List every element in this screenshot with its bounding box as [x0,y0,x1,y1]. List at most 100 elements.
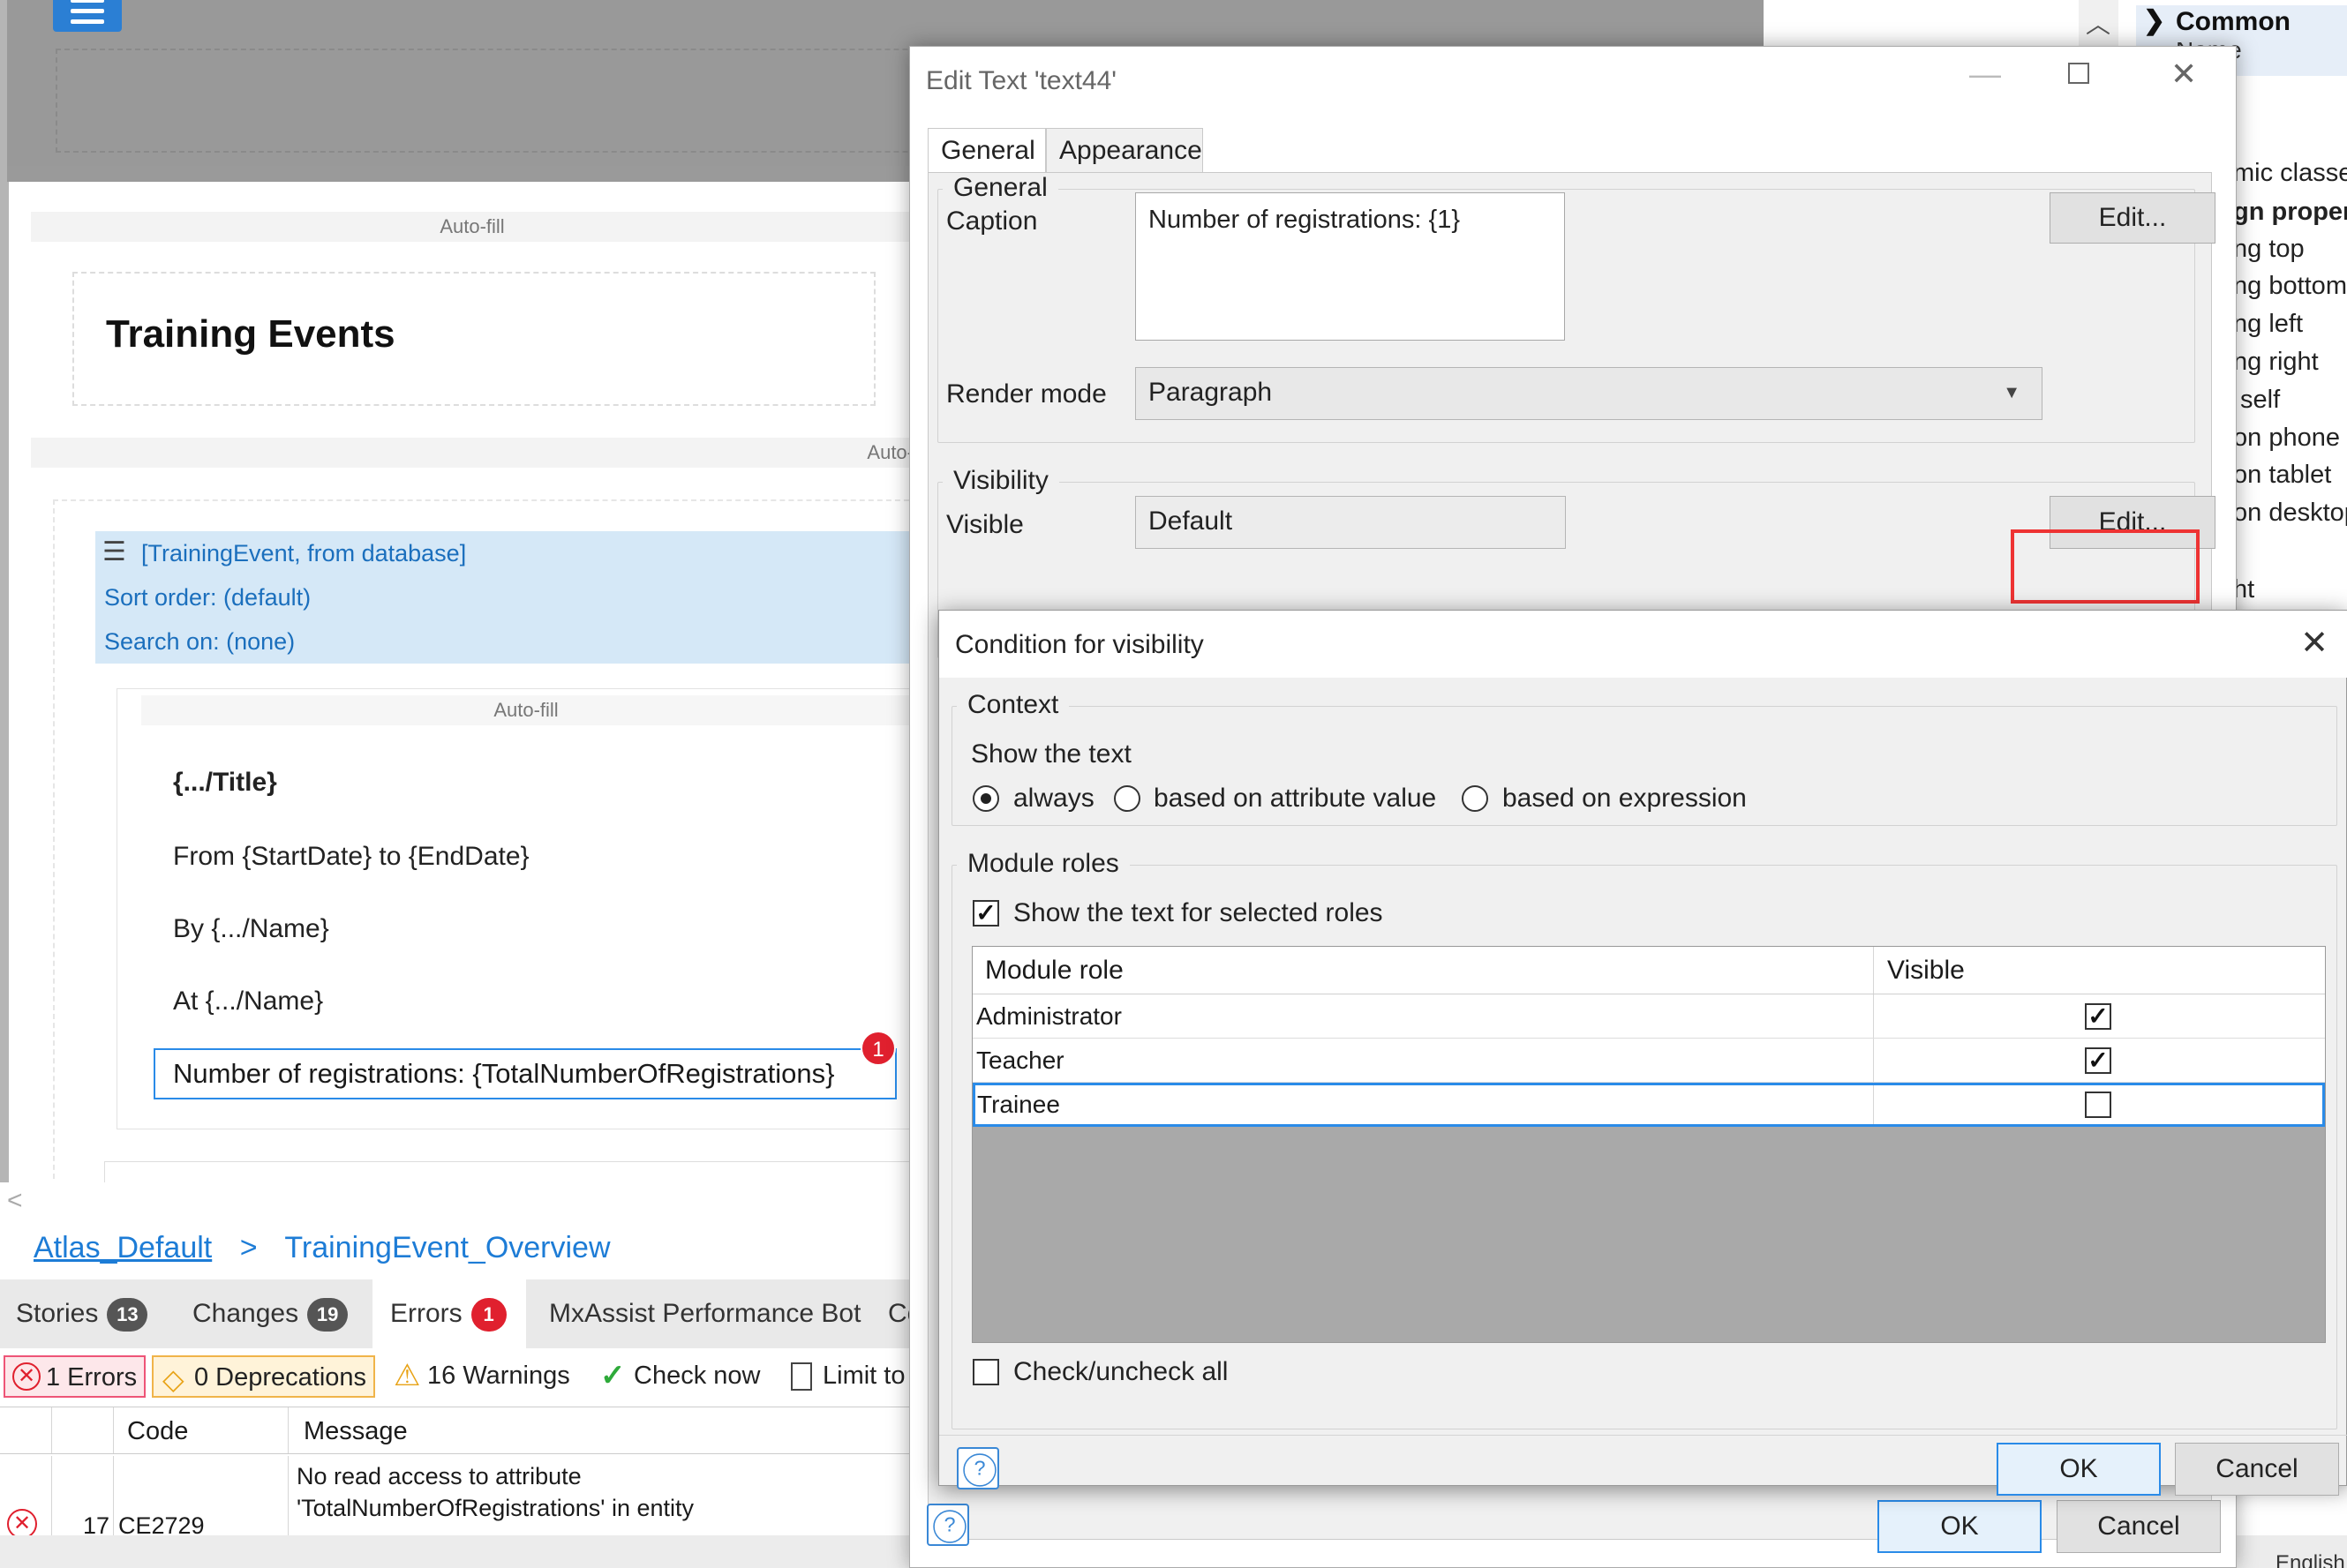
render-mode-select[interactable]: Paragraph ▼ [1135,367,2042,420]
visible-checkbox-trainee[interactable] [2085,1092,2111,1118]
tab-errors[interactable]: Errors 1 [372,1279,526,1348]
error-message-line2: 'TotalNumberOfRegistrations' in entity [297,1495,694,1521]
listview-datasource[interactable]: ☰ [TrainingEvent, from database] [95,531,918,575]
tab-general[interactable]: General [928,128,1046,174]
database-icon: ☰ [102,537,126,566]
group-label: General [943,173,1058,203]
radio-attribute-label[interactable]: based on attribute value [1154,784,1436,814]
warnings-filter-toggle[interactable]: ⚠ 16 Warnings [387,1355,577,1398]
maximize-icon[interactable] [2068,63,2089,84]
scroll-up-icon[interactable]: ︿ [2086,5,2110,41]
item-by-text[interactable]: By {.../Name} [173,914,329,944]
changes-count-badge: 19 [307,1298,349,1332]
radio-attribute[interactable] [1114,785,1140,812]
listview-sort[interactable]: Sort order: (default) [95,575,918,619]
footer-divider [939,1435,2347,1436]
section-title: Common [2176,7,2291,36]
warnings-filter-label: 16 Warnings [427,1362,570,1390]
radio-expression[interactable] [1462,785,1488,812]
role-name: Trainee [977,1091,1060,1118]
column-divider [1873,994,1874,1038]
breadcrumb-separator: > [239,1231,258,1264]
column-code[interactable]: Code [127,1407,188,1455]
listview-search[interactable]: Search on: (none) [95,619,918,664]
deprecations-filter-toggle[interactable]: ◇ 0 Deprecations [152,1355,376,1398]
deprecation-icon: ◇ [162,1363,184,1395]
radio-always-label[interactable]: always [1013,784,1095,814]
limit-to-button[interactable]: Limit to [782,1355,909,1398]
column-divider [288,1407,289,1453]
tab-changes[interactable]: Changes 19 [192,1279,349,1348]
condition-cancel-button[interactable]: Cancel [2175,1443,2339,1496]
hamburger-menu-icon[interactable] [53,0,122,32]
property-label: ng left [2233,310,2303,338]
edit-ok-button[interactable]: OK [1877,1500,2042,1553]
column-divider [1873,947,1874,994]
property-label: on desktop [2233,499,2347,527]
show-for-roles-checkbox[interactable]: ✓ [973,900,999,927]
render-mode-label: Render mode [946,379,1107,409]
tab-stories[interactable]: Stories 13 [16,1279,148,1348]
page-title[interactable]: Training Events [106,312,395,356]
breadcrumb-layout-link[interactable]: Atlas_Default [34,1231,212,1264]
autofill-label: Auto-fill [31,212,914,242]
radio-expression-label[interactable]: based on expression [1502,784,1747,814]
item-at-text[interactable]: At {.../Name} [173,987,323,1017]
roles-table-header: Module role Visible [973,947,2325,994]
autofill-label: Auto-fill [141,695,911,725]
column-visible[interactable]: Visible [1887,947,1965,994]
close-icon[interactable]: ✕ [2170,56,2197,93]
property-label: mic classes [2233,159,2347,187]
tab-label: Changes [192,1299,299,1328]
errors-filter-label: 1 Errors [46,1363,138,1392]
property-label: ng top [2233,235,2305,263]
close-icon[interactable]: ✕ [2300,623,2328,663]
help-icon[interactable] [957,1447,999,1489]
visible-value-field: Default [1135,496,1566,549]
breadcrumb-page-link[interactable]: TrainingEvent_Overview [284,1231,610,1264]
breadcrumb: Atlas_Default > TrainingEvent_Overview [34,1231,630,1265]
visible-label: Visible [946,510,1024,539]
role-row-administrator[interactable]: Administrator ✓ [973,994,2325,1039]
errors-grid-header: Code Message [0,1407,909,1454]
condition-ok-button[interactable]: OK [1997,1443,2161,1496]
column-module-role[interactable]: Module role [985,947,1124,994]
role-row-trainee[interactable]: Trainee [973,1083,2325,1127]
error-icon: ✕ [7,1509,37,1539]
show-text-label: Show the text [971,739,1132,769]
tab-mxassist[interactable]: MxAssist Performance Bot [549,1279,861,1348]
column-divider [113,1407,114,1453]
listview-source-label: [TrainingEvent, from database] [141,540,467,566]
warning-icon: ⚠ [394,1359,421,1392]
role-name: Administrator [976,1002,1122,1030]
role-row-teacher[interactable]: Teacher ✓ [973,1039,2325,1083]
tab-appearance[interactable]: Appearance [1046,128,1203,174]
check-all-checkbox[interactable] [973,1359,999,1385]
minimize-icon[interactable]: — [1969,56,2001,93]
tab-label: Errors [390,1299,463,1328]
document-icon [791,1362,812,1391]
registrations-text-selected[interactable]: Number of registrations: {TotalNumberOfR… [154,1048,897,1099]
error-message-line1: No read access to attribute [297,1463,582,1489]
item-title-text[interactable]: {.../Title} [173,768,277,798]
errors-filter-toggle[interactable]: ✕ 1 Errors [4,1355,147,1398]
radio-always[interactable] [973,785,999,812]
render-mode-value: Paragraph [1148,378,1273,407]
checkmark-icon: ✓ [600,1359,626,1392]
help-icon[interactable] [927,1504,969,1546]
show-for-roles-label[interactable]: Show the text for selected roles [1013,898,1383,928]
check-now-button[interactable]: ✓ Check now [593,1355,767,1398]
visible-checkbox-teacher[interactable]: ✓ [2085,1047,2111,1074]
scroll-left-icon[interactable]: < [7,1186,23,1216]
caption-field[interactable]: Number of registrations: {1} [1135,192,1565,341]
edit-cancel-button[interactable]: Cancel [2057,1500,2221,1553]
stories-count-badge: 13 [107,1298,148,1332]
visible-checkbox-administrator[interactable]: ✓ [2085,1003,2111,1030]
check-all-label[interactable]: Check/uncheck all [1013,1357,1228,1387]
column-message[interactable]: Message [304,1407,408,1455]
property-label: on tablet [2233,461,2332,489]
group-label: Visibility [943,466,1059,496]
caption-edit-button[interactable]: Edit... [2050,192,2215,244]
error-icon: ✕ [12,1362,41,1391]
item-dates-text[interactable]: From {StartDate} to {EndDate} [173,842,530,872]
